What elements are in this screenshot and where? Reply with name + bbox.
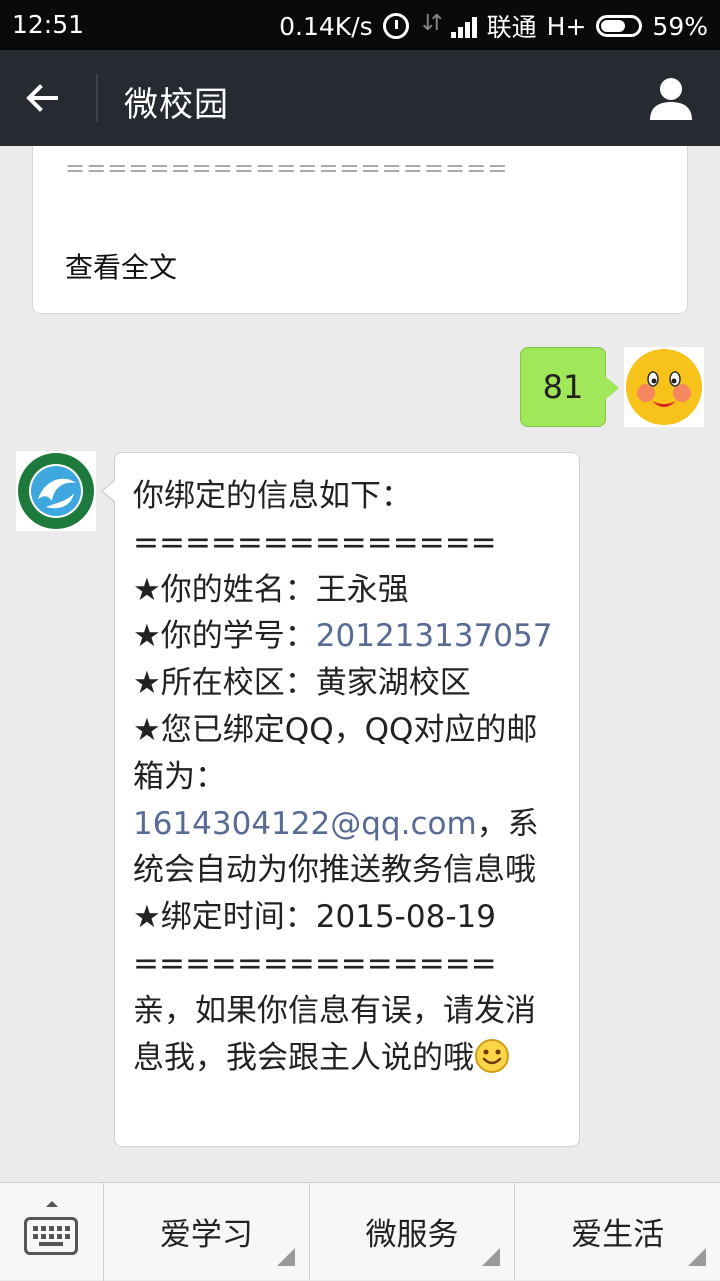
alarm-icon [382, 13, 409, 39]
carrier-name: 联通 [486, 13, 537, 42]
header-divider [96, 74, 98, 122]
email-link[interactable]: 1614304122@qq.com [133, 806, 477, 842]
page-title: 微校园 [124, 85, 229, 125]
app-header: 微校园 [0, 50, 720, 146]
message-line: 息我，我会跟主人说的哦 [133, 1035, 565, 1082]
school-logo-icon [18, 453, 94, 529]
student-id-label: ★你的学号： [133, 618, 316, 655]
bot-avatar[interactable] [16, 451, 96, 531]
message-line: 你绑定的信息如下： [133, 478, 412, 514]
smile-emoji-icon [475, 1038, 509, 1073]
message-line: ============== [133, 945, 497, 982]
menu-item-life[interactable]: 爱生活 [515, 1183, 720, 1280]
expand-up-icon [46, 1201, 58, 1207]
profile-button[interactable] [648, 76, 694, 122]
battery-icon [596, 15, 643, 37]
submenu-corner-icon [276, 1248, 295, 1266]
message-line: 1614304122@qq.com，系 [133, 801, 565, 848]
message-line: ★您已绑定QQ，QQ对应的邮 [133, 711, 538, 748]
received-message-bubble[interactable]: 你绑定的信息如下： ============== ★你的姓名：王永强 ★你的学号… [101, 452, 580, 1147]
message-line: 亲，如果你信息有误，请发消 [133, 992, 536, 1029]
student-id-link[interactable]: 201213137057 [316, 618, 553, 654]
submenu-corner-icon [688, 1248, 707, 1266]
user-avatar[interactable] [624, 347, 704, 427]
arrow-left-icon [26, 84, 58, 112]
network-type: H+ [546, 11, 587, 41]
message-text: 息我，我会跟主人说的哦 [133, 1039, 474, 1076]
menu-item-study[interactable]: 爱学习 [104, 1183, 310, 1280]
message-line: 箱为： [133, 758, 226, 795]
chat-area[interactable]: ===================== 查看全文 81 你绑定的信息如下： … [0, 146, 720, 1182]
message-line: ============== [133, 524, 497, 561]
menu-item-services[interactable]: 微服务 [310, 1183, 516, 1280]
message-line: ★绑定时间：2015-08-19 [133, 899, 496, 936]
keyboard-toggle-button[interactable] [0, 1183, 104, 1281]
person-icon [650, 78, 692, 120]
status-time: 12:51 [12, 10, 85, 39]
menu-item-label: 爱生活 [571, 1217, 665, 1253]
keyboard-icon [24, 1217, 78, 1255]
menu-item-label: 微服务 [365, 1217, 459, 1253]
message-text: ，系 [476, 805, 539, 842]
sent-message-text: 81 [542, 368, 584, 406]
net-speed: 0.14K/s [279, 11, 373, 41]
article-card[interactable]: ===================== 查看全文 [32, 146, 688, 314]
message-line: ★你的学号：201213137057 [133, 613, 565, 660]
message-line: ★你的姓名：王永强 [133, 571, 409, 608]
smiley-avatar-icon [626, 349, 702, 425]
bottom-menu-bar: 爱学习 微服务 爱生活 [0, 1182, 720, 1281]
read-more-link[interactable]: 查看全文 [65, 246, 177, 286]
data-transfer-icon [419, 11, 446, 39]
status-bar: 12:51 0.14K/s 联通 H+ 59% [0, 0, 720, 50]
article-separator: ===================== [65, 154, 509, 182]
sent-message-bubble[interactable]: 81 [520, 347, 619, 427]
status-indicators: 0.14K/s 联通 H+ 59% [279, 8, 708, 44]
menu-item-label: 爱学习 [159, 1217, 253, 1253]
submenu-corner-icon [482, 1248, 501, 1266]
signal-icon [450, 14, 477, 38]
message-line: 统会自动为你推送教务信息哦 [133, 852, 536, 889]
back-button[interactable] [22, 74, 74, 122]
battery-percent: 59% [652, 11, 708, 41]
message-line: ★所在校区：黄家湖校区 [133, 665, 471, 702]
